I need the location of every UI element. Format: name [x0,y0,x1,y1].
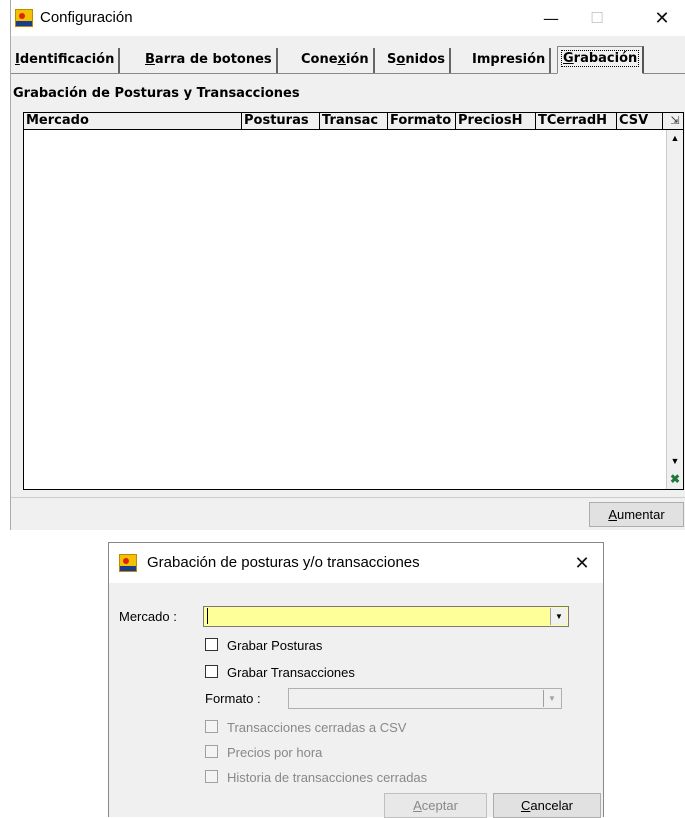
title-bar: Configuración — ☐ ✕ [11,0,685,36]
cancelar-button[interactable]: Cancelar [493,793,601,818]
grabar-posturas-label[interactable]: Grabar Posturas [227,638,322,653]
app-logo-icon [119,554,137,572]
grabar-transacciones-checkbox[interactable] [205,665,218,678]
tab-conexion[interactable]: Conexión [297,48,375,73]
chevron-down-icon[interactable]: ▼ [550,608,567,625]
column-preciosh[interactable]: PreciosH [456,113,536,130]
recording-dialog: Grabación de posturas y/o transacciones … [108,542,604,818]
app-logo-icon [15,9,33,27]
tab-impresion[interactable]: Impresión [468,48,552,73]
grabar-transacciones-label[interactable]: Grabar Transacciones [227,665,355,680]
close-button[interactable]: ✕ [639,0,685,36]
precios-por-hora-label: Precios por hora [227,745,323,760]
tab-identificacion[interactable]: Identificación [11,48,121,73]
historia-label: Historia de transacciones cerradas [227,770,428,785]
dialog-title: Grabación de posturas y/o transacciones [147,554,420,571]
mercado-label: Mercado : [119,609,177,624]
maximize-button[interactable]: ☐ [574,0,620,36]
recordings-grid[interactable]: Mercado Posturas Transac Formato Precios… [23,112,684,490]
chevron-down-icon: ▼ [543,690,560,707]
grid-scrollbar[interactable]: ▲ ▼ ✖ [666,130,683,489]
scroll-down-icon[interactable]: ▼ [667,453,683,470]
column-csv[interactable]: CSV [617,113,663,130]
grid-header: Mercado Posturas Transac Formato Precios… [24,113,683,130]
tab-grabacion[interactable]: Grabación [557,46,645,74]
minimize-button[interactable]: — [528,0,574,36]
formato-label: Formato : [205,691,261,706]
transacciones-csv-checkbox [205,720,218,733]
configuration-window: Configuración — ☐ ✕ Identificación Barra… [10,0,685,530]
scroll-up-icon[interactable]: ▲ [667,130,683,147]
historia-checkbox [205,770,218,783]
tab-barra-de-botones[interactable]: Barra de botones [141,48,278,73]
tab-sonidos[interactable]: Sonidos [383,48,451,73]
column-transac[interactable]: Transac [320,113,388,130]
export-icon[interactable]: ⇲ [668,114,682,128]
aumentar-button[interactable]: Aumentar [589,502,684,527]
tab-strip: Identificación Barra de botones Conexión… [11,46,685,74]
mercado-combo[interactable]: ▼ [203,606,569,627]
dialog-title-bar: Grabación de posturas y/o transacciones … [109,543,603,583]
column-tcerradh[interactable]: TCerradH [536,113,617,130]
mercado-value [207,608,208,624]
dialog-close-button[interactable]: ✕ [559,543,605,583]
column-formato[interactable]: Formato [388,113,456,130]
excel-icon[interactable]: ✖ [668,472,682,486]
section-title: Grabación de Posturas y Transacciones [13,86,300,101]
divider [11,497,685,498]
column-posturas[interactable]: Posturas [242,113,320,130]
column-mercado[interactable]: Mercado [24,113,242,130]
transacciones-csv-label: Transacciones cerradas a CSV [227,720,407,735]
grabar-posturas-checkbox[interactable] [205,638,218,651]
formato-combo: ▼ [288,688,562,709]
aceptar-button: Aceptar [384,793,487,818]
window-title: Configuración [40,9,133,26]
precios-por-hora-checkbox [205,745,218,758]
